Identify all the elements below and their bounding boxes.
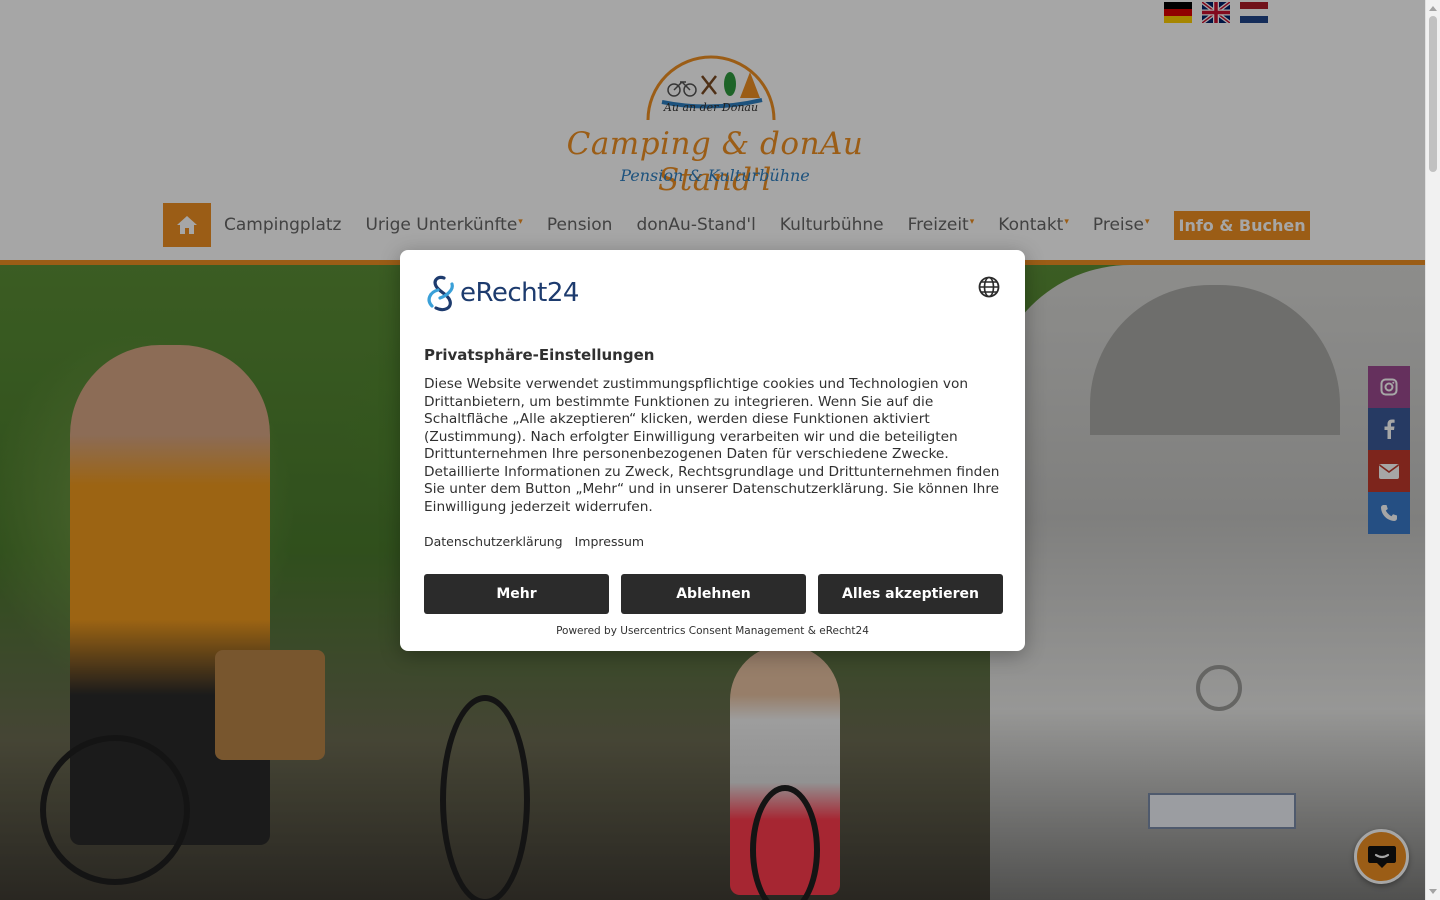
consent-buttons: Mehr Ablehnen Alles akzeptieren [424, 574, 1003, 614]
erecht24-logo-text: eRecht24 [460, 278, 579, 308]
decline-button[interactable]: Ablehnen [621, 574, 806, 614]
page-scrollbar[interactable] [1425, 0, 1440, 900]
language-globe-icon[interactable] [978, 276, 1000, 298]
imprint-link[interactable]: Impressum [575, 534, 644, 549]
consent-dialog: eRecht24 Privatsphäre-Einstellungen Dies… [400, 250, 1025, 651]
scroll-up-arrow-icon[interactable] [1429, 6, 1437, 11]
accept-all-button[interactable]: Alles akzeptieren [818, 574, 1003, 614]
erecht24-logo: eRecht24 [424, 274, 579, 312]
scroll-down-arrow-icon[interactable] [1429, 889, 1437, 894]
powered-by-text: Powered by Usercentrics Consent Manageme… [556, 625, 869, 637]
more-button[interactable]: Mehr [424, 574, 609, 614]
privacy-policy-link[interactable]: Datenschutzerklärung [424, 534, 563, 549]
consent-body: Diese Website verwendet zustimmungspflic… [424, 376, 1000, 515]
erecht24-logo-icon [427, 275, 454, 312]
scroll-thumb[interactable] [1429, 16, 1437, 172]
consent-title: Privatsphäre-Einstellungen [424, 346, 655, 364]
consent-links: Datenschutzerklärung Impressum [424, 534, 644, 549]
